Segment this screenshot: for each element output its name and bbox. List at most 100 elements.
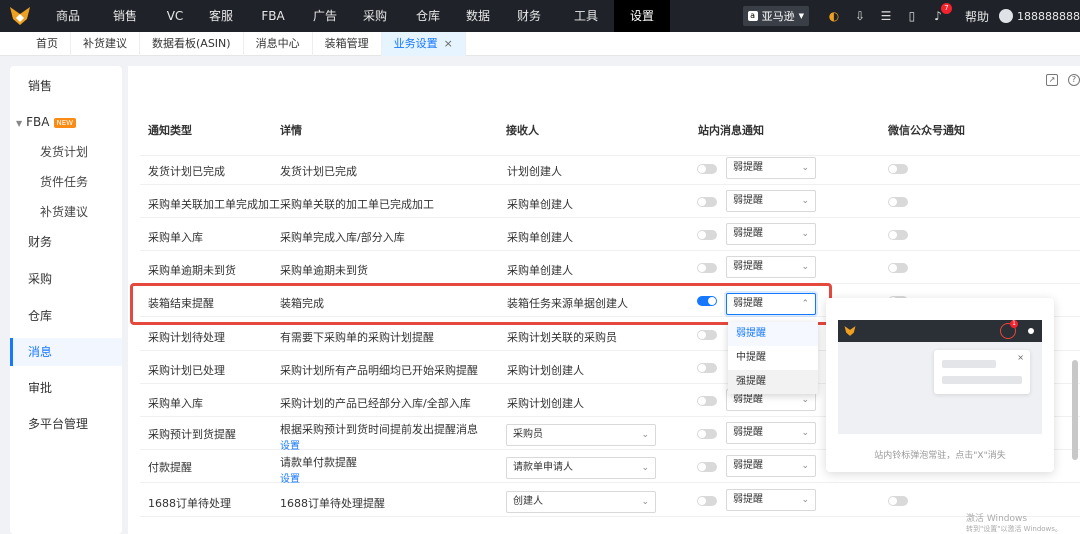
remind-level-value: 弱提醒 [733, 261, 763, 272]
notify-detail: 有需要下采购单的采购计划提醒 [280, 329, 434, 345]
wechat-notify-toggle[interactable] [888, 496, 908, 506]
detail-text: 采购单关联的加工单已完成加工 [280, 198, 434, 211]
sidebar-item[interactable]: 销售 [10, 72, 122, 100]
site-notify-toggle[interactable] [697, 496, 717, 506]
site-notify-toggle[interactable] [697, 197, 717, 207]
nav-item[interactable]: 商品 [40, 0, 96, 32]
site-notify-toggle[interactable] [697, 230, 717, 240]
fox-logo-icon[interactable] [0, 0, 40, 32]
table-row: 采购单逾期未到货 采购单逾期未到货 采购单创建人 弱提醒 ⌄ [140, 251, 1080, 284]
sidebar-item[interactable]: 仓库 [10, 302, 122, 330]
download-icon[interactable]: ⇩ [853, 9, 867, 23]
nav-item[interactable]: 工具 [558, 0, 614, 32]
detail-text: 采购单完成入库/部分入库 [280, 231, 405, 244]
sidebar-item[interactable]: 消息 [10, 338, 122, 366]
site-notify-toggle[interactable] [697, 429, 717, 439]
remind-level-value: 弱提醒 [733, 427, 763, 438]
platform-select[interactable]: a 亚马逊 ▼ [742, 6, 809, 26]
nav-item[interactable]: 广告 [300, 0, 350, 32]
close-icon: × [1017, 353, 1024, 362]
sidebar-item[interactable]: 发货计划 [10, 138, 122, 166]
remind-level-select[interactable]: 弱提醒 ⌄ [726, 489, 816, 511]
scrollbar[interactable] [1072, 360, 1078, 460]
remind-level-select[interactable]: 弱提醒 ⌄ [726, 190, 816, 212]
notify-type: 采购单关联加工单完成加工 [148, 198, 280, 211]
headset-icon[interactable]: ◐ [827, 9, 841, 23]
nav-item[interactable]: 客服 [196, 0, 246, 32]
chevron-down-icon: ⌄ [641, 463, 649, 473]
sidebar-item[interactable]: 审批 [10, 374, 122, 402]
dropdown-option[interactable]: 中提醒 [728, 346, 818, 370]
help-link[interactable]: 帮助 [965, 8, 989, 25]
notify-type: 采购单逾期未到货 [148, 264, 236, 277]
sidebar-item[interactable]: ▼ FBA NEW [10, 108, 122, 136]
table-row: 1688订单待处理 1688订单待处理提醒 创建人 ⌄ 弱提醒 ⌄ [140, 484, 1080, 517]
sidebar-item[interactable]: 采购 [10, 265, 122, 293]
nav-item[interactable]: 数据 [456, 0, 500, 32]
nav-item[interactable]: 财务 [500, 0, 558, 32]
nav-item[interactable]: 销售 [96, 0, 154, 32]
sidebar-item[interactable]: 多平台管理 [10, 410, 122, 438]
col-type: 通知类型 [148, 124, 192, 137]
tab-item[interactable]: 装箱管理 [313, 31, 382, 56]
notify-type: 采购计划已处理 [148, 364, 225, 377]
nav-menu: 商品 销售 VC 客服 FBA 广告 采购 仓库 数据 财务 工具 设置 [40, 0, 670, 32]
close-icon[interactable]: × [444, 37, 453, 50]
notify-detail: 采购计划的产品已经部分入库/全部入库 [280, 395, 471, 411]
dropdown-option[interactable]: 弱提醒 [728, 322, 818, 346]
receiver-select[interactable]: 创建人 ⌄ [506, 491, 656, 513]
remind-level-select[interactable]: 弱提醒 ⌄ [726, 256, 816, 278]
chevron-down-icon: ⌄ [801, 461, 809, 471]
chevron-down-icon: ⌄ [641, 497, 649, 507]
site-notify-toggle[interactable] [697, 462, 717, 472]
site-notify-toggle[interactable] [697, 363, 717, 373]
sidebar-item-label: 销售 [28, 79, 53, 93]
nav-item[interactable]: 设置 [614, 0, 670, 32]
site-notify-toggle[interactable] [697, 164, 717, 174]
remind-level-select[interactable]: 弱提醒 ⌄ [726, 157, 816, 179]
panel-tools: ↗ ? [1046, 74, 1080, 86]
site-notify-toggle[interactable] [697, 330, 717, 340]
tab-item[interactable]: 数据看板(ASIN) [140, 31, 244, 56]
export-icon[interactable]: ↗ [1046, 74, 1058, 86]
preview-popup: × [934, 350, 1030, 394]
nav-item[interactable]: 仓库 [400, 0, 456, 32]
tab-label: 装箱管理 [324, 36, 369, 50]
sidebar-item[interactable]: 财务 [10, 228, 122, 256]
tab-item[interactable]: 补货建议 [71, 31, 140, 56]
settings-link[interactable]: 设置 [280, 470, 357, 485]
remind-level-select[interactable]: 弱提醒 ⌄ [726, 223, 816, 245]
mobile-icon[interactable]: ▯ [905, 9, 919, 23]
sidebar-item[interactable]: 货件任务 [10, 168, 122, 196]
receiver-select[interactable]: 请款单申请人 ⌄ [506, 457, 656, 479]
new-badge: NEW [53, 117, 77, 128]
tab-item[interactable]: 消息中心 [244, 31, 313, 56]
tab-item[interactable]: 业务设置 × [381, 31, 466, 56]
site-notify-toggle[interactable] [697, 263, 717, 273]
wechat-notify-toggle[interactable] [888, 164, 908, 174]
sidebar-item-label: 采购 [28, 272, 53, 286]
note-icon[interactable]: ☰ [879, 9, 893, 23]
nav-item[interactable]: FBA [246, 0, 300, 32]
bell-icon[interactable]: ♪ 7 [931, 3, 952, 23]
sidebar-item[interactable]: 补货建议 [10, 198, 122, 226]
table-row: 发货计划已完成 发货计划已完成 计划创建人 弱提醒 ⌄ [140, 152, 1080, 185]
tab-item[interactable]: 首页 [24, 31, 71, 56]
site-notify-toggle[interactable] [697, 396, 717, 406]
chevron-down-icon: ⌄ [801, 196, 809, 206]
avatar[interactable] [999, 9, 1013, 23]
receiver-select-value: 请款单申请人 [513, 462, 573, 473]
receiver-select[interactable]: 采购员 ⌄ [506, 424, 656, 446]
notify-type: 采购计划待处理 [148, 331, 225, 344]
wechat-notify-toggle[interactable] [888, 230, 908, 240]
remind-level-select[interactable]: 弱提醒 ⌄ [726, 455, 816, 477]
user-name[interactable]: 188888888 [1017, 10, 1080, 23]
nav-item[interactable]: VC [154, 0, 196, 32]
wechat-notify-toggle[interactable] [888, 197, 908, 207]
help-icon[interactable]: ? [1068, 74, 1080, 86]
detail-text: 发货计划已完成 [280, 165, 357, 178]
dropdown-option[interactable]: 强提醒 [728, 370, 818, 394]
remind-level-select[interactable]: 弱提醒 ⌄ [726, 422, 816, 444]
wechat-notify-toggle[interactable] [888, 263, 908, 273]
nav-item[interactable]: 采购 [350, 0, 400, 32]
